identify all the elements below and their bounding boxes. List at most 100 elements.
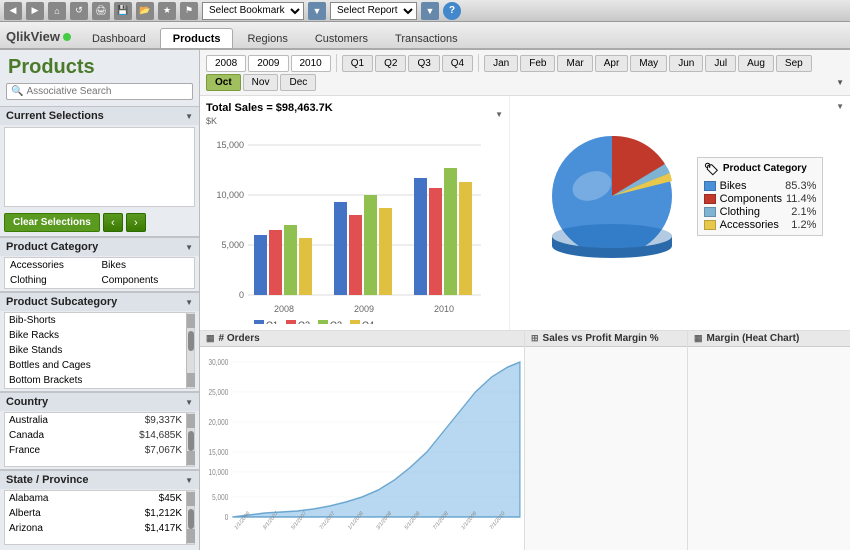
product-subcategory-header[interactable]: Product Subcategory ▼ (0, 292, 199, 311)
legend-bikes-color (704, 181, 716, 191)
selections-box (4, 127, 195, 207)
next-selection-button[interactable]: › (126, 213, 146, 232)
help-icon[interactable]: ? (443, 2, 461, 20)
svg-text:5,000: 5,000 (221, 240, 244, 250)
subcategory-list-wrapper: Bib-Shorts Bike Racks Bike Stands Bottle… (4, 312, 195, 389)
quarter-q3[interactable]: Q3 (408, 55, 439, 72)
open-icon[interactable]: 📂 (136, 2, 154, 20)
forward-icon[interactable]: ▶ (26, 2, 44, 20)
state-arizona[interactable]: Arizona $1,417K (5, 521, 186, 536)
product-category-section: Product Category ▼ Accessories Bikes Clo… (0, 236, 199, 289)
subcategory-bike-racks[interactable]: Bike Racks (5, 328, 186, 343)
state-scrollbar[interactable] (186, 491, 194, 544)
category-bikes[interactable]: Bikes (100, 259, 192, 272)
svg-text:1/1/2006: 1/1/2006 (234, 510, 251, 531)
btn-row: Clear Selections ‹ › (0, 209, 199, 236)
category-components[interactable]: Components (100, 274, 192, 287)
state-alberta[interactable]: Alberta $1,212K (5, 506, 186, 521)
month-jan[interactable]: Jan (484, 55, 518, 72)
svg-text:5,000: 5,000 (212, 492, 228, 502)
year-2009[interactable]: 2009 (248, 55, 288, 72)
save-icon[interactable]: 💾 (114, 2, 132, 20)
product-category-list: Accessories Bikes Clothing Components (4, 257, 195, 289)
country-australia[interactable]: Australia $9,337K (5, 413, 186, 428)
month-nov[interactable]: Nov (243, 74, 279, 91)
category-clothing[interactable]: Clothing (8, 274, 100, 287)
product-category-row-1[interactable]: Accessories Bikes (5, 258, 194, 273)
bookmark-select[interactable]: Select Bookmark (202, 2, 304, 20)
product-category-row-2[interactable]: Clothing Components (5, 273, 194, 288)
country-canada[interactable]: Canada $14,685K (5, 428, 186, 443)
month-sep[interactable]: Sep (776, 55, 812, 72)
state-alabama[interactable]: Alabama $45K (5, 491, 186, 506)
month-may[interactable]: May (630, 55, 667, 72)
toolbar: ◀ ▶ ⌂ ↺ 🖨 💾 📂 ★ ⚑ Select Bookmark ▼ Sele… (0, 0, 850, 22)
subcategory-bib-shorts[interactable]: Bib-Shorts (5, 313, 186, 328)
state-province-header[interactable]: State / Province ▼ (0, 470, 199, 489)
page-title: Products (0, 50, 199, 83)
filter-bar: 2008 2009 2010 Q1 Q2 Q3 Q4 Jan Feb Mar A… (200, 50, 850, 96)
divider-2 (478, 54, 479, 72)
country-scrollbar[interactable] (186, 413, 194, 466)
subcategory-bottles[interactable]: Bottles and Cages (5, 358, 186, 373)
product-subcategory-section: Product Subcategory ▼ Bib-Shorts Bike Ra… (0, 291, 199, 389)
month-aug[interactable]: Aug (738, 55, 774, 72)
bar-chart-menu[interactable]: ▼ (495, 110, 503, 119)
orders-chart: ▦ # Orders 30,000 25,000 20,000 15,000 1… (200, 331, 525, 550)
search-box[interactable]: 🔍 (6, 83, 193, 100)
report-select[interactable]: Select Report (330, 2, 417, 20)
month-oct[interactable]: Oct (206, 74, 241, 91)
search-input[interactable] (26, 86, 188, 97)
quarter-q2[interactable]: Q2 (375, 55, 406, 72)
country-france[interactable]: France $7,067K (5, 443, 186, 458)
back-icon[interactable]: ◀ (4, 2, 22, 20)
orders-chart-icon: ▦ (206, 333, 215, 344)
year-2008[interactable]: 2008 (206, 55, 246, 72)
current-selections-header[interactable]: Current Selections ▼ (0, 106, 199, 125)
quarter-q1[interactable]: Q1 (342, 55, 373, 72)
pie-chart-menu[interactable]: ▼ (836, 102, 844, 111)
sales-profit-icon: ⊞ (531, 333, 539, 344)
month-apr[interactable]: Apr (595, 55, 629, 72)
month-jun[interactable]: Jun (669, 55, 703, 72)
month-jul[interactable]: Jul (705, 55, 736, 72)
selections-arrow: ▼ (185, 112, 193, 121)
flag-icon[interactable]: ⚑ (180, 2, 198, 20)
filter-bar-arrow[interactable]: ▼ (836, 78, 844, 87)
pie-legend-title: 🏷 Product Category (704, 162, 817, 176)
prev-selection-button[interactable]: ‹ (103, 213, 123, 232)
report-arrow[interactable]: ▼ (421, 2, 439, 20)
tab-regions[interactable]: Regions (234, 28, 300, 48)
month-mar[interactable]: Mar (557, 55, 592, 72)
legend-bikes: Bikes 85.3% (704, 180, 817, 192)
subcategory-scrollbar[interactable] (186, 313, 194, 388)
bar-chart-title: Total Sales = $98,463.7K (206, 102, 333, 114)
country-header[interactable]: Country ▼ (0, 392, 199, 411)
category-accessories[interactable]: Accessories (8, 259, 100, 272)
svg-text:25,000: 25,000 (209, 387, 229, 397)
tab-products[interactable]: Products (160, 28, 234, 48)
tab-dashboard[interactable]: Dashboard (79, 28, 159, 48)
tab-customers[interactable]: Customers (302, 28, 381, 48)
search-icon: 🔍 (11, 86, 23, 97)
sales-profit-chart: ⊞ Sales vs Profit Margin % (525, 331, 688, 550)
product-category-header[interactable]: Product Category ▼ (0, 237, 199, 256)
quarter-q4[interactable]: Q4 (442, 55, 473, 72)
legend-clothing: Clothing 2.1% (704, 206, 817, 218)
bottom-charts: ▦ # Orders 30,000 25,000 20,000 15,000 1… (200, 330, 850, 550)
state-list: Alabama $45K Alberta $1,212K Arizona $1,… (5, 491, 186, 544)
subcategory-bike-stands[interactable]: Bike Stands (5, 343, 186, 358)
home-icon[interactable]: ⌂ (48, 2, 66, 20)
clear-selections-button[interactable]: Clear Selections (4, 213, 100, 232)
svg-text:Q1: Q1 (266, 320, 278, 324)
month-feb[interactable]: Feb (520, 55, 555, 72)
subcategory-bottom-brackets[interactable]: Bottom Brackets (5, 373, 186, 388)
print-icon[interactable]: 🖨 (92, 2, 110, 20)
star-icon[interactable]: ★ (158, 2, 176, 20)
tab-transactions[interactable]: Transactions (382, 28, 471, 48)
product-subcategory-arrow: ▼ (185, 298, 193, 307)
bookmark-arrow[interactable]: ▼ (308, 2, 326, 20)
refresh-icon[interactable]: ↺ (70, 2, 88, 20)
month-dec[interactable]: Dec (280, 74, 316, 91)
year-2010[interactable]: 2010 (291, 55, 331, 72)
